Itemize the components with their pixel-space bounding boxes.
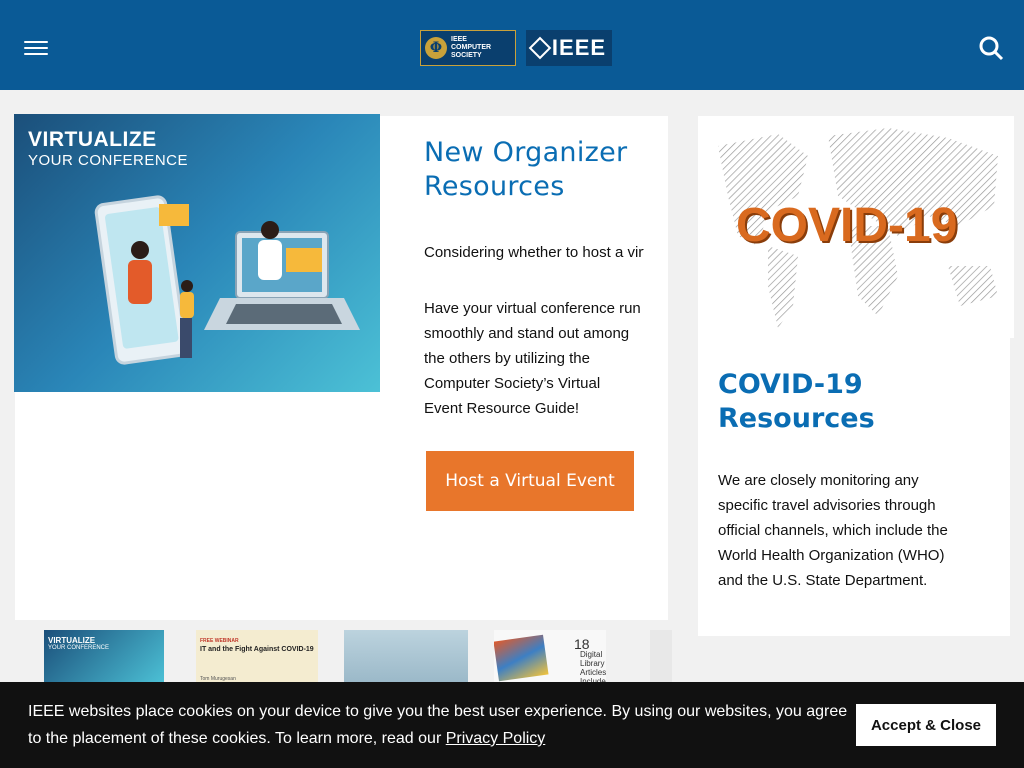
thumbnail-strip: VIRTUALIZE YOUR CONFERENCE FREE WEBINAR … [0, 626, 1024, 686]
accept-close-button[interactable]: Accept & Close [856, 704, 996, 746]
ieee-diamond-icon [528, 36, 552, 60]
hamburger-icon[interactable] [18, 32, 54, 64]
virtualize-conference-image: VIRTUALIZE YOUR CONFERENCE [14, 114, 380, 392]
virtual-event-question-text: Considering whether to host a virtual ev… [424, 244, 644, 261]
virtual-event-body-text: Have your virtual conference run smoothl… [424, 300, 641, 417]
ieee-logo-text: IEEE [551, 35, 607, 60]
partial-thumbnail[interactable] [650, 630, 672, 684]
cs-logo-text: IEEE COMPUTER SOCIETY [451, 36, 492, 59]
virtualize-thumbnail[interactable]: VIRTUALIZE YOUR CONFERENCE [44, 630, 164, 684]
covid-19-resources-heading: COVID-19 Resources [718, 369, 875, 434]
webinar-thumbnail[interactable]: FREE WEBINAR IT and the Fight Against CO… [196, 630, 318, 684]
abstract-thumbnail[interactable] [344, 630, 468, 684]
article-count-label: Digital Library Articles Included [580, 650, 606, 684]
covid-19-map-image: COVID-19 [698, 116, 1014, 338]
search-icon[interactable] [974, 30, 1008, 66]
webinar-title: IT and the Fight Against COVID-19 [200, 646, 314, 653]
covid-19-image-text: COVID-19 [736, 199, 958, 252]
privacy-policy-link[interactable]: Privacy Policy [446, 730, 546, 747]
magazine-stack-image [494, 634, 549, 682]
new-organizer-resources-heading: New Organizer Resources [424, 137, 628, 202]
cookie-text: IEEE websites place cookies on your devi… [28, 703, 848, 747]
covid-monitoring-text: We are closely monitoring any specific t… [718, 472, 948, 589]
thumb-subtitle: YOUR CONFERENCE [48, 645, 110, 651]
ieee-logo[interactable]: IEEE [526, 30, 612, 66]
site-header: Φ IEEE COMPUTER SOCIETY IEEE [0, 0, 1024, 90]
host-virtual-event-button[interactable]: Host a Virtual Event [426, 451, 634, 511]
webinar-tag: FREE WEBINAR [200, 638, 239, 644]
digital-library-thumbnail[interactable]: 18 Digital Library Articles Included [494, 630, 606, 684]
phi-emblem-icon: Φ [425, 37, 447, 59]
computer-society-logo[interactable]: Φ IEEE COMPUTER SOCIETY [420, 30, 516, 66]
thumb-title: VIRTUALIZE [48, 636, 96, 645]
